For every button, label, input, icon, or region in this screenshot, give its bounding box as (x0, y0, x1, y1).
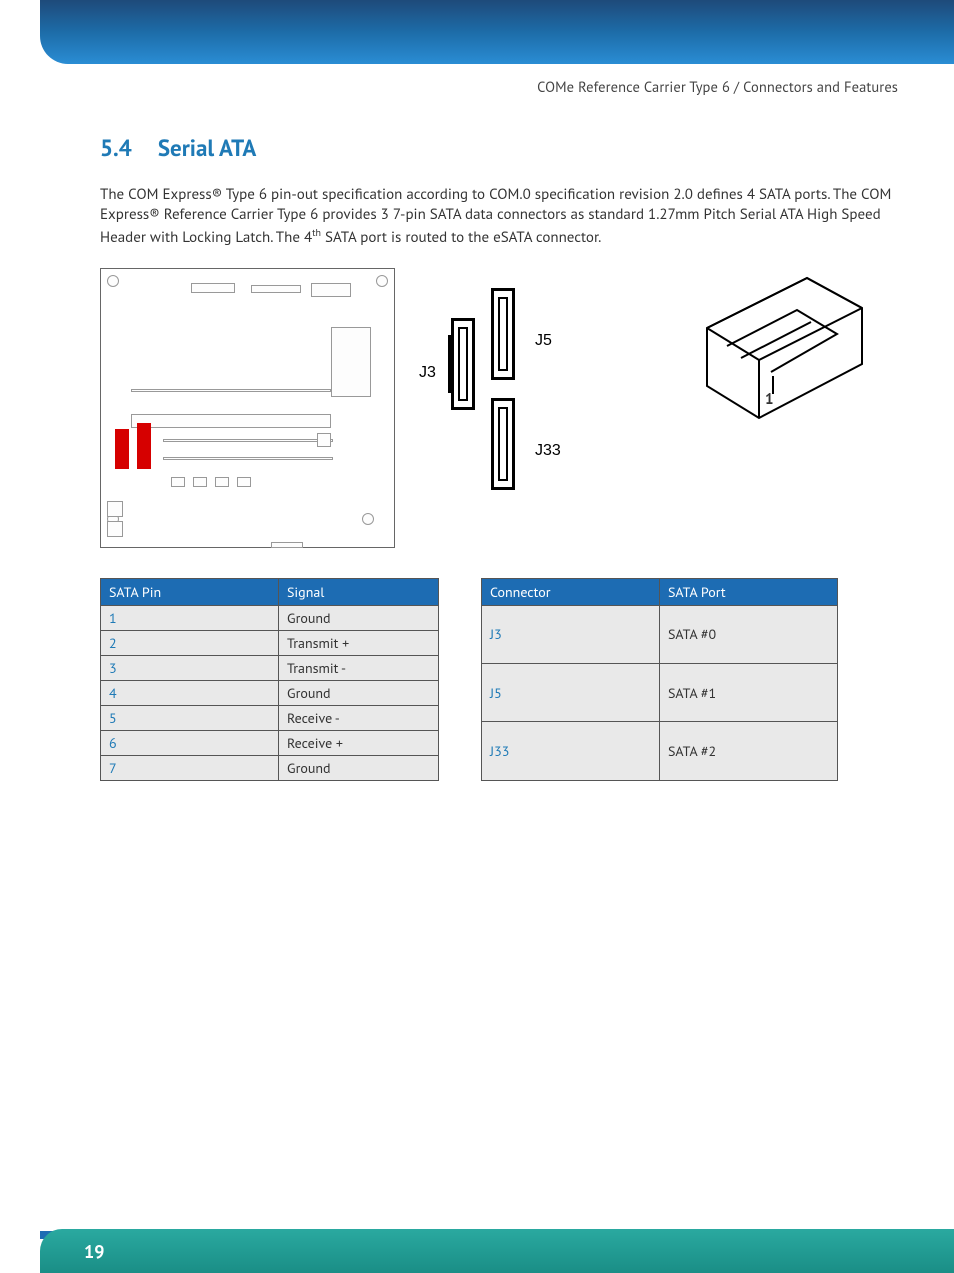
pin1-label: 1 (765, 390, 774, 409)
table-row: 4Ground (101, 680, 439, 705)
t1-h0: SATA Pin (101, 578, 279, 605)
table-row: J33SATA #2 (482, 722, 838, 780)
sata-connector-3d-figure: 1 (687, 268, 877, 438)
page-number: 19 (84, 1240, 104, 1263)
page-content: 5.4 Serial ATA The COM Express® Type 6 p… (0, 64, 954, 781)
connector-j3-icon (451, 318, 475, 410)
label-j33: J33 (535, 442, 561, 460)
tables-row: SATA Pin Signal 1Ground 2Transmit + 3Tra… (100, 578, 898, 781)
highlight-connector-a (115, 429, 129, 469)
t1-h1: Signal (279, 578, 439, 605)
sata-connector-svg (687, 268, 877, 438)
table-row: J5SATA #1 (482, 664, 838, 722)
connector-positions-figure: J3 J5 J33 (411, 268, 671, 548)
connector-j5-icon (491, 288, 515, 380)
section-heading: 5.4 Serial ATA (100, 134, 898, 163)
t2-h1: SATA Port (660, 578, 838, 605)
connector-j33-icon (491, 398, 515, 490)
table-row: J3SATA #0 (482, 605, 838, 663)
table-row: 3Transmit - (101, 655, 439, 680)
t2-h0: Connector (482, 578, 660, 605)
table-row: 2Transmit + (101, 630, 439, 655)
table-row: 7Ground (101, 755, 439, 780)
sata-port-table: Connector SATA Port J3SATA #0 J5SATA #1 … (481, 578, 838, 781)
top-banner (40, 0, 954, 64)
section-number: 5.4 (100, 134, 152, 163)
section-title: Serial ATA (158, 134, 257, 163)
label-j3: J3 (419, 364, 436, 382)
para-sup: th (312, 226, 321, 239)
table-row: 1Ground (101, 605, 439, 630)
figure-row: J3 J5 J33 1 (100, 268, 898, 548)
footer-bar (40, 1229, 954, 1273)
para-post: SATA port is routed to the eSATA connect… (321, 228, 601, 247)
label-j5: J5 (535, 332, 552, 350)
board-layout-figure (100, 268, 395, 548)
sata-pin-table: SATA Pin Signal 1Ground 2Transmit + 3Tra… (100, 578, 439, 781)
highlight-connector-b (137, 423, 151, 469)
table-row: 5Receive - (101, 705, 439, 730)
running-header: COMe Reference Carrier Type 6 / Connecto… (537, 78, 898, 97)
table-row: 6Receive + (101, 730, 439, 755)
section-paragraph: The COM Express® Type 6 pin-out specific… (100, 185, 898, 248)
page-footer: 19 (0, 1229, 954, 1273)
